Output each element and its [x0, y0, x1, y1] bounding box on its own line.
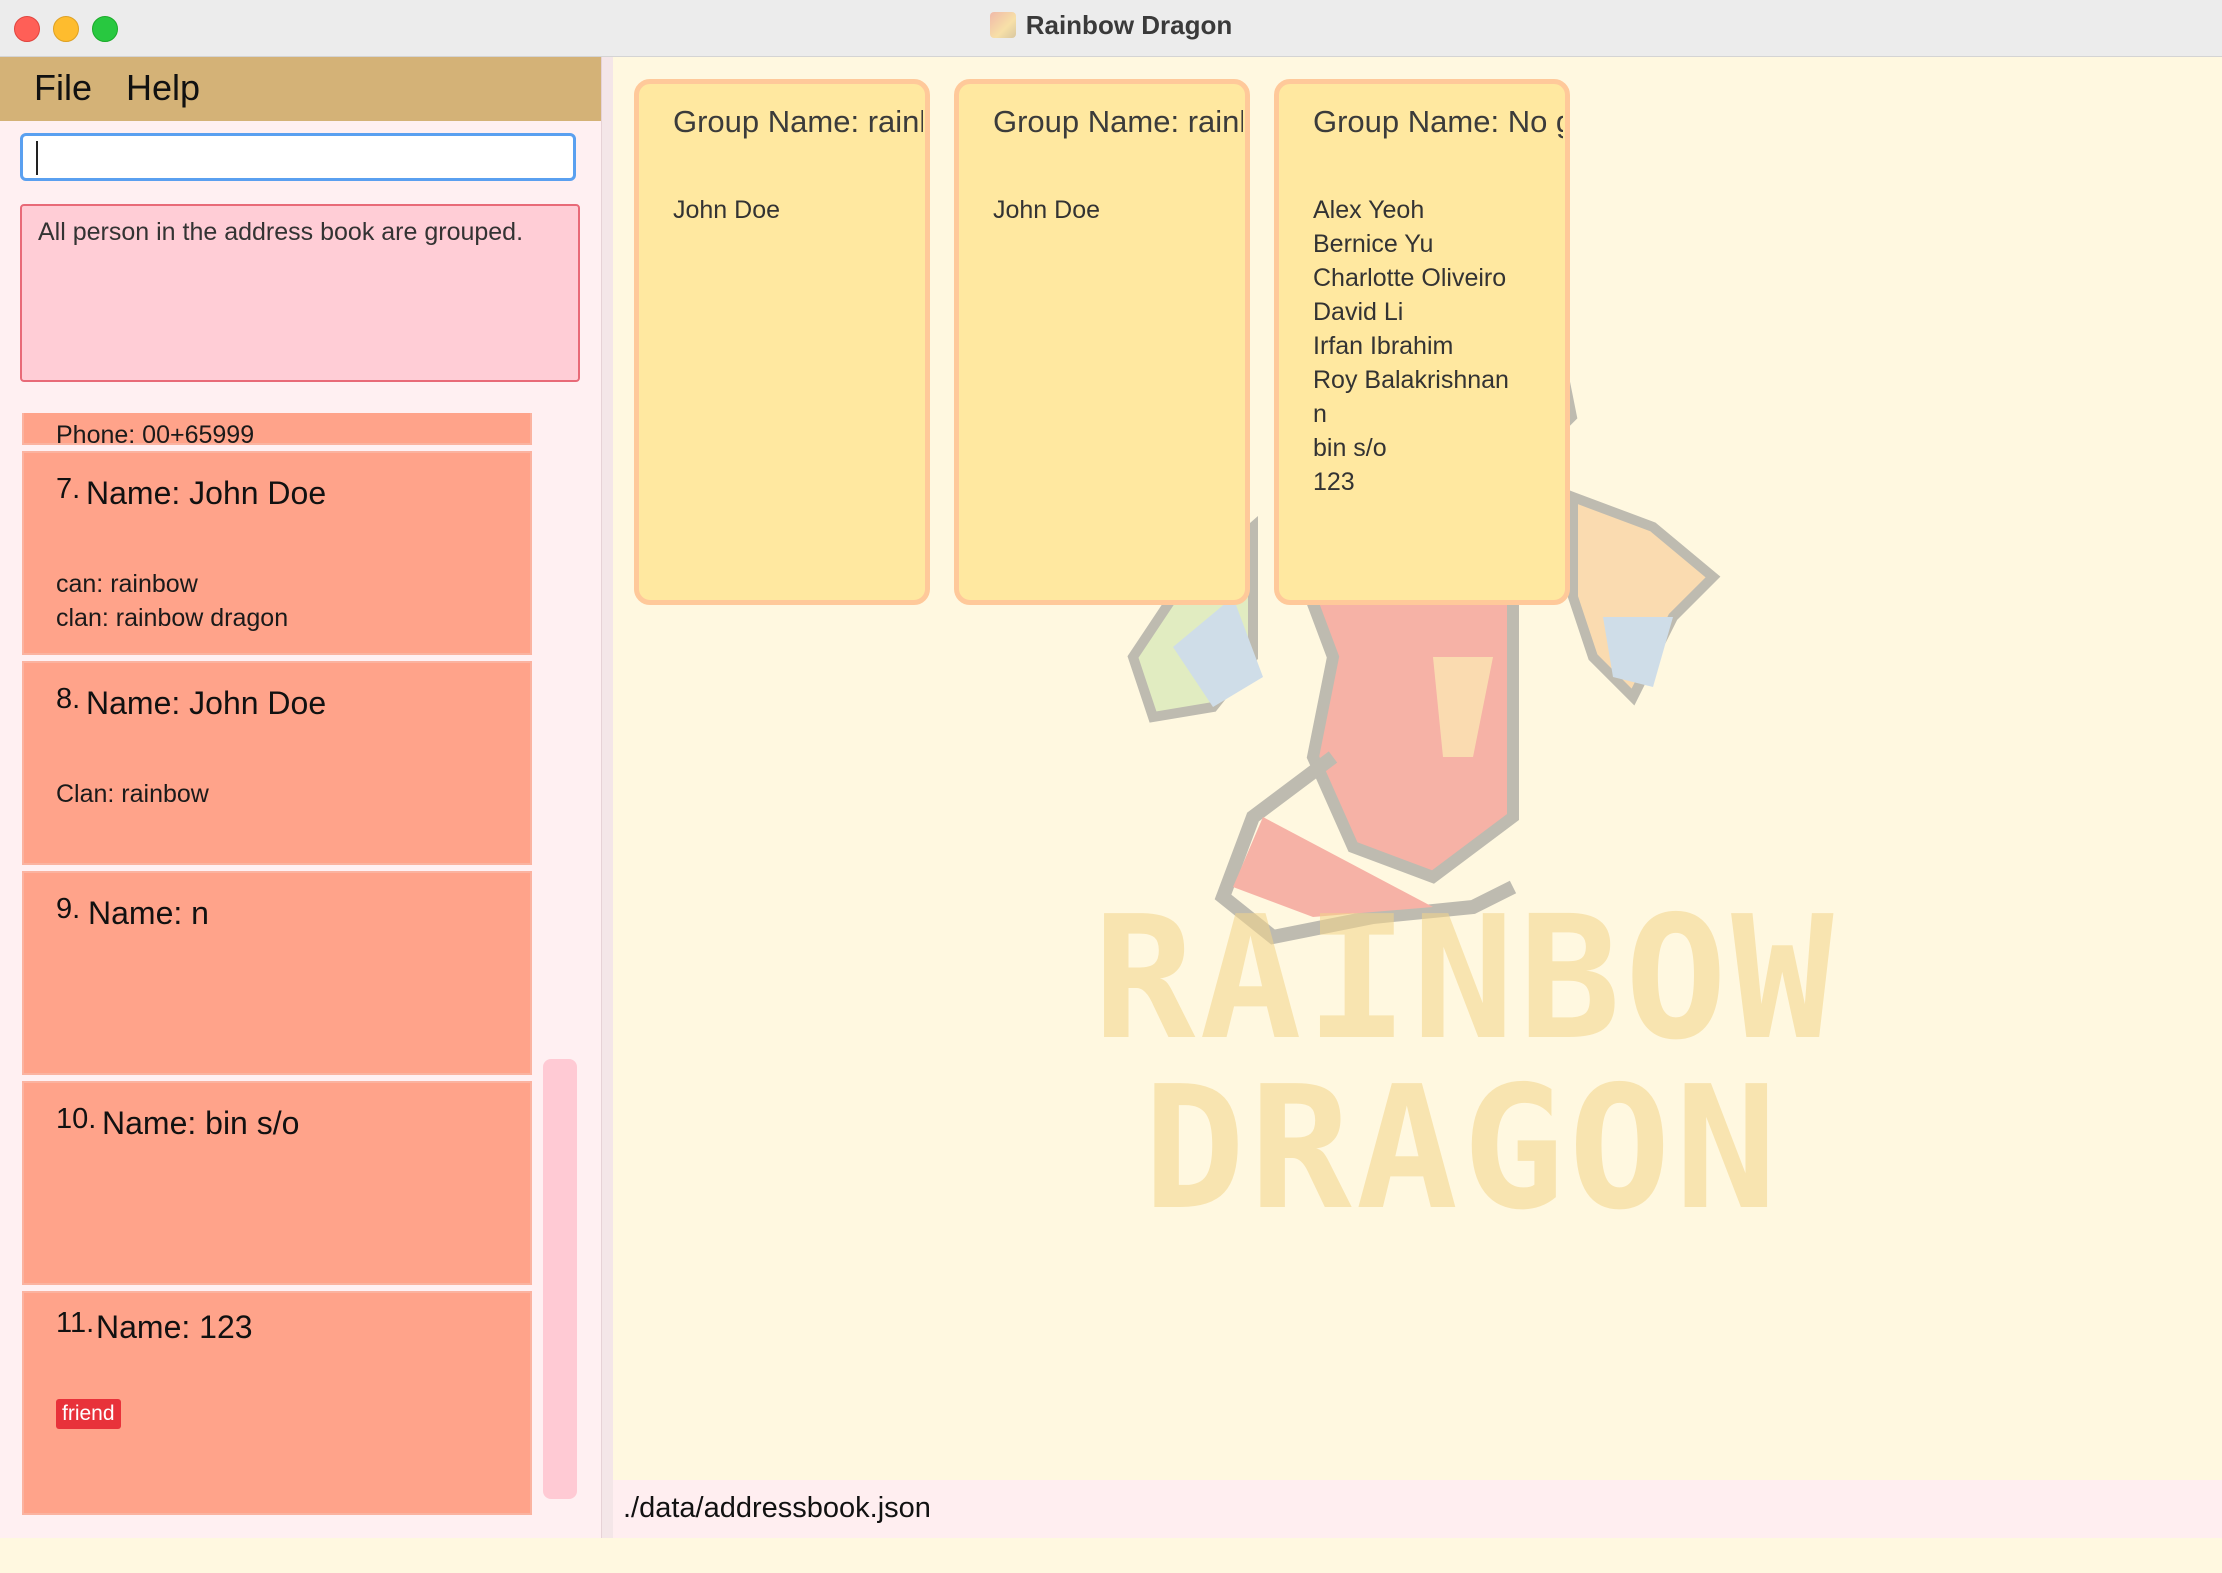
- person-tag-line: clan: rainbow dragon: [56, 604, 289, 632]
- status-bar: ./data/addressbook.json: [613, 1480, 2222, 1538]
- menu-bar: File Help: [0, 57, 601, 121]
- person-name: Name: 123: [96, 1309, 253, 1345]
- person-name: Name: bin s/o: [102, 1105, 300, 1141]
- save-location-path: ./data/addressbook.json: [623, 1492, 931, 1524]
- person-list[interactable]: Phone: 00+65999 7. Name: John Doe can: r…: [22, 413, 534, 1573]
- scrollbar-thumb[interactable]: [543, 1059, 577, 1499]
- person-card[interactable]: 8. Name: John Doe Clan: rainbow: [22, 661, 532, 865]
- group-name: Group Name: rainbow: [673, 104, 923, 139]
- group-member: bin s/o: [1313, 434, 1387, 462]
- person-card[interactable]: 7. Name: John Doe can: rainbow clan: rai…: [22, 451, 532, 655]
- text-caret: [36, 141, 38, 175]
- result-display: All person in the address book are group…: [20, 204, 580, 382]
- window-title: Rainbow Dragon: [0, 10, 2222, 41]
- person-phone: Phone: 00+65999: [56, 421, 255, 449]
- group-member: Charlotte Oliveiro: [1313, 264, 1507, 292]
- group-card[interactable]: Group Name: rainbow dragon John Doe: [954, 79, 1250, 605]
- window-titlebar: Rainbow Dragon: [0, 0, 2222, 57]
- person-tag-line: can: rainbow: [56, 570, 198, 598]
- person-index: 7.: [56, 473, 81, 505]
- person-name: Name: n: [88, 895, 209, 931]
- menu-help[interactable]: Help: [126, 67, 200, 109]
- group-member: Alex Yeoh: [1313, 196, 1425, 224]
- left-pane: File Help All person in the address book…: [0, 57, 601, 1538]
- command-input[interactable]: [20, 133, 576, 181]
- group-card[interactable]: Group Name: rainbow John Doe: [634, 79, 930, 605]
- group-name: Group Name: rainbow dragon: [993, 104, 1243, 139]
- menu-file[interactable]: File: [34, 67, 92, 109]
- tag-badge: friend: [56, 1399, 121, 1429]
- background-title-line2: DRAGON: [1143, 1050, 1781, 1248]
- group-member: Irfan Ibrahim: [1313, 332, 1454, 360]
- group-member: n: [1313, 400, 1327, 428]
- group-panel: RAINBOW DRAGON Group Name: rainbow John …: [613, 57, 2222, 1538]
- right-wing-blue-shape: [1603, 617, 1673, 687]
- group-card[interactable]: Group Name: No group Alex Yeoh Bernice Y…: [1274, 79, 1570, 605]
- person-card[interactable]: 11. Name: 123 friend: [22, 1291, 532, 1515]
- person-card[interactable]: 9. Name: n: [22, 871, 532, 1075]
- group-member: Roy Balakrishnan: [1313, 366, 1509, 394]
- person-card[interactable]: Phone: 00+65999: [22, 413, 532, 449]
- person-index: 8.: [56, 683, 81, 715]
- person-index: 10.: [56, 1103, 97, 1135]
- group-member: Bernice Yu: [1313, 230, 1434, 258]
- group-member: David Li: [1313, 298, 1404, 326]
- person-tag-line: Clan: rainbow: [56, 780, 209, 808]
- group-member: John Doe: [993, 196, 1101, 224]
- person-index: 9.: [56, 893, 81, 925]
- dragon-app-icon: [989, 12, 1016, 38]
- person-name: Name: John Doe: [86, 475, 327, 511]
- group-name: Group Name: No group: [1313, 104, 1563, 139]
- background-title-line1: RAINBOW: [1093, 880, 1837, 1078]
- person-card[interactable]: 10. Name: bin s/o: [22, 1081, 532, 1285]
- group-member: 123: [1313, 468, 1355, 496]
- group-member: John Doe: [673, 196, 781, 224]
- person-index: 11.: [56, 1307, 95, 1339]
- person-name: Name: John Doe: [86, 685, 327, 721]
